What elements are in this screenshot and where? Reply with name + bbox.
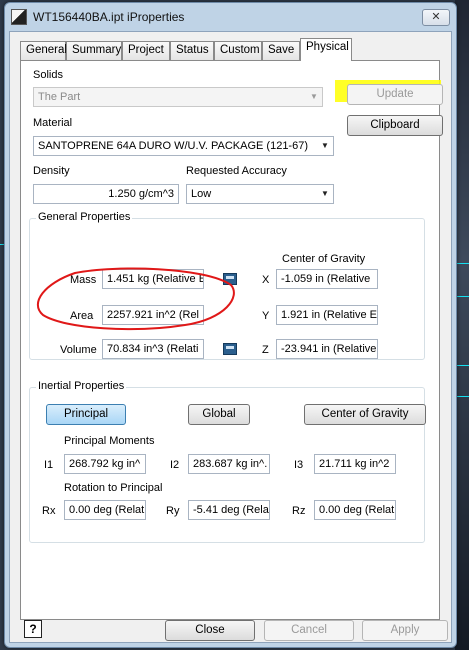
tab-custom[interactable]: Custom (214, 41, 262, 60)
calculator-icon[interactable] (223, 343, 237, 355)
material-dropdown[interactable]: SANTOPRENE 64A DURO W/U.V. PACKAGE (121-… (33, 136, 334, 156)
window-close-button[interactable]: ✕ (422, 9, 450, 26)
ry-label: Ry (166, 505, 180, 517)
help-icon: ? (29, 622, 37, 636)
principal-button[interactable]: Principal (46, 404, 126, 425)
close-button[interactable]: Close (165, 620, 255, 641)
i1-label: I1 (44, 459, 54, 471)
material-dropdown-value: SANTOPRENE 64A DURO W/U.V. PACKAGE (121-… (38, 140, 308, 152)
solids-dropdown[interactable]: The Part ▼ (33, 87, 323, 107)
inertial-properties-title: Inertial Properties (36, 380, 127, 392)
ry-field[interactable]: -5.41 deg (Rela (188, 500, 270, 520)
i2-field[interactable]: 283.687 kg in^. (188, 454, 270, 474)
tab-project[interactable]: Project (122, 41, 170, 60)
help-button[interactable]: ? (24, 620, 42, 638)
global-button[interactable]: Global (188, 404, 250, 425)
tab-save[interactable]: Save (262, 41, 300, 60)
dialog-client-area: General Summary Project Status Custom Sa… (9, 31, 452, 643)
volume-field[interactable]: 70.834 in^3 (Relati (102, 339, 204, 359)
chevron-down-icon: ▼ (310, 92, 318, 101)
x-label: X (262, 274, 270, 286)
i3-label: I3 (294, 459, 304, 471)
center-of-gravity-button[interactable]: Center of Gravity (304, 404, 426, 425)
inertial-properties-group: Inertial Properties Principal Global Cen… (29, 380, 426, 543)
physical-tab-panel: Solids The Part ▼ Update Material SANTOP… (20, 60, 443, 620)
chevron-down-icon: ▼ (321, 141, 329, 150)
title-bar[interactable]: WT156440BA.ipt iProperties ✕ (5, 3, 456, 31)
accuracy-label: Requested Accuracy (186, 165, 287, 177)
i1-field[interactable]: 268.792 kg in^ (64, 454, 146, 474)
tab-summary[interactable]: Summary (66, 41, 122, 60)
rx-field[interactable]: 0.00 deg (Relat (64, 500, 146, 520)
rx-label: Rx (42, 505, 56, 517)
i2-label: I2 (170, 459, 180, 471)
center-of-gravity-title: Center of Gravity (282, 253, 366, 265)
cog-y-field[interactable]: 1.921 in (Relative E (276, 305, 378, 325)
density-label: Density (33, 165, 70, 177)
tab-status[interactable]: Status (170, 41, 214, 60)
cancel-button[interactable]: Cancel (264, 620, 354, 641)
window-title: WT156440BA.ipt iProperties (33, 10, 185, 24)
chevron-down-icon: ▼ (321, 189, 329, 198)
dialog-footer: ? Close Cancel Apply (10, 620, 451, 644)
accuracy-dropdown[interactable]: Low ▼ (186, 184, 334, 204)
z-label: Z (262, 344, 269, 356)
inventor-app-icon (11, 9, 27, 25)
red-circle-annotation (36, 267, 235, 331)
iproperties-dialog: WT156440BA.ipt iProperties ✕ General Sum… (4, 2, 457, 648)
solids-label: Solids (33, 69, 63, 81)
background-cyan-line (455, 365, 469, 366)
accuracy-dropdown-value: Low (191, 188, 212, 200)
y-label: Y (262, 310, 270, 322)
tab-general[interactable]: General (20, 41, 67, 60)
volume-label: Volume (60, 344, 97, 356)
general-properties-title: General Properties (36, 211, 133, 223)
background-cyan-line (455, 263, 469, 264)
rz-field[interactable]: 0.00 deg (Relat (314, 500, 396, 520)
density-field[interactable]: 1.250 g/cm^3 (33, 184, 179, 204)
rotation-to-principal-title: Rotation to Principal (64, 482, 163, 494)
tab-physical[interactable]: Physical (300, 38, 352, 61)
close-icon: ✕ (431, 11, 441, 23)
cog-z-field[interactable]: -23.941 in (Relative (276, 339, 378, 359)
background-cyan-line (455, 296, 469, 297)
rz-label: Rz (292, 505, 306, 517)
update-button[interactable]: Update (347, 84, 443, 105)
background-cyan-line (455, 396, 469, 397)
apply-button[interactable]: Apply (362, 620, 448, 641)
cog-x-field[interactable]: -1.059 in (Relative (276, 269, 378, 289)
desktop-background (455, 0, 469, 650)
material-label: Material (33, 117, 73, 129)
clipboard-button[interactable]: Clipboard (347, 115, 443, 136)
principal-moments-title: Principal Moments (64, 435, 155, 447)
solids-dropdown-value: The Part (38, 91, 81, 103)
i3-field[interactable]: 21.711 kg in^2 (314, 454, 396, 474)
